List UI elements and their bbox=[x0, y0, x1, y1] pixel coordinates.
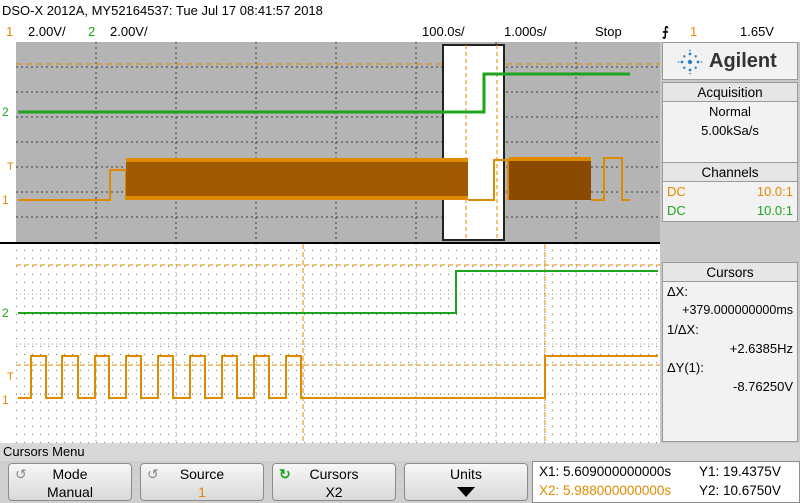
channels-title: Channels bbox=[663, 163, 797, 182]
rotate-knob-icon: ↺ bbox=[15, 466, 27, 482]
ch1-burst-1 bbox=[126, 158, 468, 200]
ch2-marker-main: 2 bbox=[2, 105, 9, 119]
time-reference[interactable]: 100.0s/ bbox=[422, 21, 465, 42]
source-label: Source bbox=[179, 466, 225, 482]
side-panel: Agilent Acquisition Normal 5.00kSa/s Cha… bbox=[660, 42, 800, 443]
cursors-softkey[interactable]: ↻ Cursors X2 bbox=[272, 463, 396, 501]
ch1-marker-main: 1 bbox=[2, 193, 9, 207]
rotate-knob-icon: ↺ bbox=[147, 466, 159, 482]
cursors-box: Cursors ΔX: +379.000000000ms 1/ΔX: +2.63… bbox=[662, 262, 798, 442]
ch2-number: 2 bbox=[88, 24, 96, 39]
ch1-number: 1 bbox=[6, 24, 14, 39]
channels-box: Channels DC 10.0:1 DC 10.0:1 bbox=[662, 162, 798, 222]
delta-x-label: ΔX: bbox=[667, 284, 688, 299]
sample-rate: 5.00kSa/s bbox=[701, 123, 759, 138]
ch2-probe: 10.0:1 bbox=[756, 203, 793, 218]
delta-y-label: ΔY(1): bbox=[667, 360, 704, 375]
units-softkey[interactable]: Units bbox=[404, 463, 528, 501]
cursor-readout: X1: 5.609000000000s X2: 5.988000000000s … bbox=[532, 461, 800, 503]
delta-x-value: +379.000000000ms bbox=[682, 303, 793, 317]
y2-readout: Y2: 10.6750V bbox=[699, 483, 781, 498]
waveform-display[interactable]: 2 1 T 2 1 T bbox=[0, 42, 660, 443]
x1-readout: X1: 5.609000000000s bbox=[539, 464, 672, 479]
menu-title: Cursors Menu bbox=[0, 443, 800, 461]
units-label: Units bbox=[450, 466, 482, 482]
mode-label: Mode bbox=[52, 466, 88, 482]
source-value: 1 bbox=[198, 484, 206, 500]
trigger-marker-main: T bbox=[7, 161, 14, 173]
cursors-title: Cursors bbox=[663, 263, 797, 282]
logo-text: Agilent bbox=[709, 50, 777, 72]
ch1-probe: 10.0:1 bbox=[756, 184, 793, 199]
ch1-channel-row: DC 10.0:1 bbox=[663, 182, 797, 201]
delta-y-value: -8.76250V bbox=[733, 379, 793, 394]
submenu-arrow-icon bbox=[457, 487, 475, 497]
cursors-label: Cursors bbox=[309, 466, 359, 482]
ch2-channel-row: DC 10.0:1 bbox=[663, 201, 797, 220]
window-title: DSO-X 2012A, MY52164537: Tue Jul 17 08:4… bbox=[0, 0, 800, 21]
x2-readout: X2: 5.988000000000s bbox=[539, 483, 672, 498]
active-knob-icon: ↻ bbox=[279, 466, 291, 482]
mode-value: Manual bbox=[47, 484, 93, 500]
inverse-delta-x-label: 1/ΔX: bbox=[667, 322, 699, 337]
waveform-graticule: 2 1 T 2 1 T bbox=[0, 42, 660, 443]
inverse-delta-x-value: +2.6385Hz bbox=[729, 341, 793, 356]
cursors-value: X2 bbox=[325, 484, 343, 500]
agilent-logo: Agilent bbox=[662, 42, 798, 80]
ch1-scale[interactable]: 2.00V/ bbox=[28, 21, 66, 42]
timebase[interactable]: 1.000s/ bbox=[504, 21, 547, 42]
trigger-level: 1.65V bbox=[740, 24, 774, 39]
ch1-coupling: DC bbox=[667, 184, 686, 199]
acquisition-mode: Normal bbox=[709, 104, 751, 119]
trigger-marker-zoom: T bbox=[7, 371, 14, 383]
y1-readout: Y1: 19.4375V bbox=[699, 464, 781, 479]
acquisition-title: Acquisition bbox=[663, 83, 797, 102]
ch1-burst-2 bbox=[509, 159, 591, 200]
ch1-marker-zoom: 1 bbox=[2, 393, 9, 407]
mode-softkey[interactable]: ↺ Mode Manual bbox=[8, 463, 132, 501]
trigger-source: 1 bbox=[690, 24, 698, 39]
status-bar: 1 2.00V/ 2 2.00V/ 100.0s/ 1.000s/ Stop ⨍… bbox=[0, 21, 800, 42]
ch2-scale[interactable]: 2.00V/ bbox=[110, 21, 148, 42]
agilent-spark-icon bbox=[677, 49, 703, 75]
ch2-coupling: DC bbox=[667, 203, 686, 218]
trigger-edge-icon: ⨍ bbox=[662, 24, 669, 39]
ch2-marker-zoom: 2 bbox=[2, 306, 9, 320]
acquisition-box: Acquisition Normal 5.00kSa/s bbox=[662, 82, 798, 164]
source-softkey[interactable]: ↺ Source 1 bbox=[140, 463, 264, 501]
run-state: Stop bbox=[595, 24, 622, 39]
